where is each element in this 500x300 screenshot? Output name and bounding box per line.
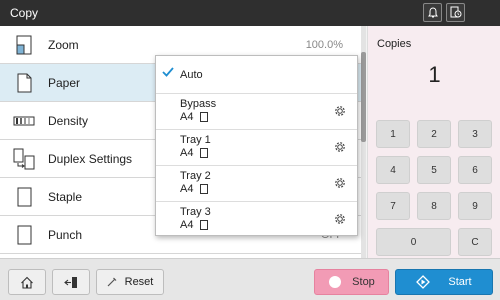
logout-icon [64,276,77,288]
keypad-key-clear[interactable]: C [458,228,492,256]
keypad-key-4[interactable]: 4 [376,156,410,184]
job-status-icon [450,6,462,18]
setting-label: Staple [48,190,83,204]
title-bar: Copy [0,0,500,26]
reset-button[interactable]: Reset [96,269,164,295]
paper-sheet-icon [200,184,208,194]
setting-label: Duplex Settings [48,152,133,166]
setting-label: Zoom [48,38,79,52]
keypad-key-3[interactable]: 3 [458,120,492,148]
gear-icon[interactable] [333,140,347,154]
app-title: Copy [10,6,39,20]
paper-sheet-icon [200,220,208,230]
paper-size: A4 [180,183,194,195]
reset-label: Reset [124,276,154,288]
keypad-key-1[interactable]: 1 [376,120,410,148]
setting-label: Density [48,114,89,128]
paper-option-name: Bypass [180,98,217,110]
keypad-key-0[interactable]: 0 [376,228,451,256]
density-icon [13,116,35,126]
copies-count: 1 [428,62,441,87]
scrollbar-thumb[interactable] [361,52,366,142]
keypad-key-9[interactable]: 9 [458,192,492,220]
check-icon [162,67,174,77]
copies-panel: Copies 1 1 2 3 4 5 6 7 8 9 0 C [367,26,500,258]
keypad-key-8[interactable]: 8 [417,192,451,220]
paper-option-name: Tray 3 [180,206,211,218]
paper-sheet-icon [200,148,208,158]
start-button[interactable]: Start [395,269,493,295]
reset-icon [107,277,117,287]
setting-label: Punch [48,228,83,242]
keypad-key-7[interactable]: 7 [376,192,410,220]
paper-option-tray2[interactable]: Tray 2 A4 [156,166,357,202]
home-icon [21,276,33,289]
copies-label: Copies [377,38,412,50]
paper-option-bypass[interactable]: Bypass A4 [156,94,357,130]
gear-icon[interactable] [333,212,347,226]
job-status-button[interactable] [446,3,465,22]
logout-button[interactable] [52,269,90,295]
setting-label: Paper [48,76,81,90]
home-button[interactable] [8,269,46,295]
paper-size: A4 [180,219,194,231]
bell-icon [427,6,438,17]
paper-icon [17,73,32,93]
paper-option-name: Tray 1 [180,134,211,146]
paper-option-auto[interactable]: Auto [156,56,357,94]
start-icon [416,275,431,289]
paper-option-name: Tray 2 [180,170,211,182]
paper-size: A4 [180,147,194,159]
paper-option-tray1[interactable]: Tray 1 A4 [156,130,357,166]
paper-dropdown: Auto Bypass A4 Tray 1 A4 Tray 2 A4 Tray … [155,55,358,236]
paper-option-name: Auto [180,69,203,81]
zoom-icon [16,35,32,55]
duplex-icon [13,148,35,170]
staple-icon [17,187,32,207]
stop-button[interactable]: Stop [314,269,389,295]
punch-icon [17,225,32,245]
paper-size: A4 [180,111,194,123]
keypad-key-2[interactable]: 2 [417,120,451,148]
start-label: Start [448,276,472,288]
settings-scrollbar[interactable] [361,26,366,258]
stop-icon [329,276,342,288]
gear-icon[interactable] [333,176,347,190]
paper-option-tray3[interactable]: Tray 3 A4 [156,202,357,235]
bottom-bar: Reset Stop Start [0,258,500,300]
paper-sheet-icon [200,112,208,122]
stop-label: Stop [352,276,375,288]
setting-value: 100.0% [305,39,343,51]
keypad-key-6[interactable]: 6 [458,156,492,184]
notification-button[interactable] [423,3,442,22]
keypad-key-5[interactable]: 5 [417,156,451,184]
gear-icon[interactable] [333,104,347,118]
